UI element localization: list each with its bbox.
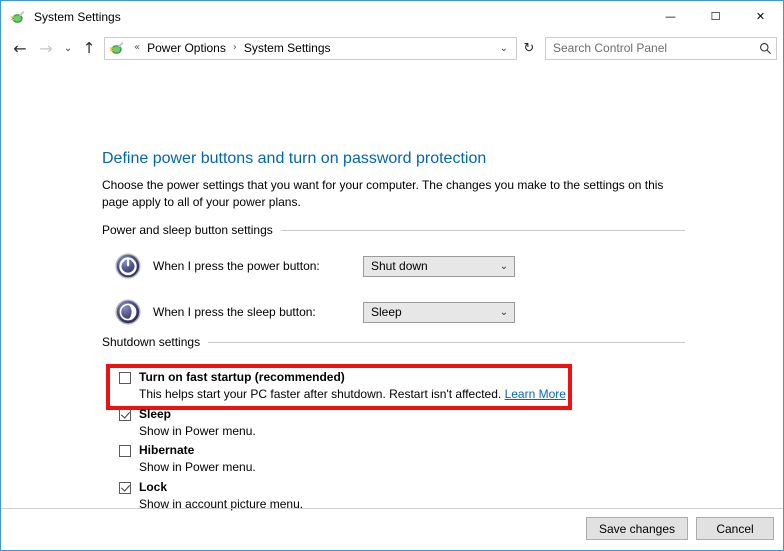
power-button-dropdown[interactable]: Shut down ⌄ [363,255,515,277]
fast-startup-label: Turn on fast startup (recommended) [139,370,345,384]
footer-divider [1,508,783,509]
section-divider [280,229,685,231]
checkbox-item-hibernate: Hibernate Show in Power menu. [119,443,256,475]
learn-more-link[interactable]: Learn More [505,387,566,401]
lock-description: Show in account picture menu. [139,497,304,511]
section-divider [208,341,685,343]
breadcrumb-separator-icon: › [232,42,237,53]
sleep-label: Sleep [139,407,172,421]
chevron-down-icon: ⌄ [499,260,509,272]
sleep-description: Show in Power menu. [139,424,256,438]
search-icon[interactable] [754,38,776,59]
lock-checkbox[interactable] [119,482,131,494]
refresh-icon: ↻ [523,40,535,56]
breadcrumb-item-system-settings[interactable]: System Settings [242,40,333,56]
title-bar: System Settings — ☐ ✕ [1,1,783,32]
section-header-power-sleep: Power and sleep button settings [102,223,685,237]
minimize-icon: — [665,10,676,23]
window-controls: — ☐ ✕ [648,1,783,32]
chevron-down-icon: ⌄ [499,306,509,318]
page-title: Define power buttons and turn on passwor… [102,150,487,167]
hibernate-checkbox[interactable] [119,445,131,457]
breadcrumb-prefix: « [134,42,141,53]
hibernate-label: Hibernate [139,443,195,457]
close-icon: ✕ [755,10,766,23]
power-button-dropdown-value: Shut down [371,259,428,273]
forward-button[interactable]: → [33,35,59,61]
up-button[interactable]: ↑ [77,35,101,61]
power-button-setting-row: When I press the power button: Shut down… [114,252,515,280]
minimize-button[interactable]: — [648,1,693,32]
sleep-button-dropdown[interactable]: Sleep ⌄ [363,301,515,323]
page-description: Choose the power settings that you want … [102,178,664,209]
cancel-button[interactable]: Cancel [696,517,774,540]
hibernate-description: Show in Power menu. [139,460,256,474]
section-label-shutdown: Shutdown settings [102,335,201,349]
section-label-power-sleep: Power and sleep button settings [102,223,273,237]
chevron-down-icon: ⌄ [63,42,73,54]
checkbox-line[interactable]: Turn on fast startup (recommended) [119,370,566,385]
checkbox-line[interactable]: Hibernate [119,443,256,458]
breadcrumb-item-power-options[interactable]: Power Options [145,40,228,56]
back-button[interactable]: ← [7,35,33,61]
sleep-button-dropdown-value: Sleep [371,305,402,319]
search-input[interactable]: Search Control Panel [546,41,754,55]
refresh-button[interactable]: ↻ [518,37,540,60]
search-box[interactable]: Search Control Panel [545,36,777,60]
checkbox-line[interactable]: Lock [119,480,303,495]
checkbox-item-sleep: Sleep Show in Power menu. [119,407,256,439]
forward-arrow-icon: → [39,38,53,58]
maximize-icon: ☐ [710,10,721,23]
back-arrow-icon: ← [13,38,27,58]
up-arrow-icon: ↑ [82,39,96,57]
system-settings-window: System Settings — ☐ ✕ ← → ⌄ ↑ « Power Op… [0,0,784,551]
fast-startup-description: This helps start your PC faster after sh… [139,387,566,402]
fast-startup-checkbox[interactable] [119,372,131,384]
checkbox-line[interactable]: Sleep [119,407,256,422]
window-title: System Settings [34,9,121,24]
content-area: Define power buttons and turn on passwor… [1,64,783,550]
recent-locations-button[interactable]: ⌄ [59,35,77,61]
checkbox-item-fast-startup: Turn on fast startup (recommended) This … [119,370,566,402]
power-button-icon [114,252,142,280]
close-button[interactable]: ✕ [738,1,783,32]
sleep-checkbox[interactable] [119,409,131,421]
sleep-button-setting-row: When I press the sleep button: Sleep ⌄ [114,298,515,326]
power-plug-icon [10,9,26,25]
navigation-bar: ← → ⌄ ↑ « Power Options › System Setting… [1,32,783,64]
sleep-button-label: When I press the sleep button: [153,305,316,319]
address-chevron-down-icon[interactable]: ⌄ [492,43,516,54]
save-changes-button[interactable]: Save changes [585,517,688,540]
maximize-button[interactable]: ☐ [693,1,738,32]
footer-actions: Save changes Cancel [585,517,774,540]
address-power-plug-icon [109,40,125,56]
fast-startup-description-text: This helps start your PC faster after sh… [139,387,502,401]
sleep-button-icon [114,298,142,326]
power-button-label: When I press the power button: [153,259,320,273]
address-bar[interactable]: « Power Options › System Settings ⌄ [104,36,517,60]
lock-label: Lock [139,480,168,494]
section-header-shutdown: Shutdown settings [102,335,685,349]
